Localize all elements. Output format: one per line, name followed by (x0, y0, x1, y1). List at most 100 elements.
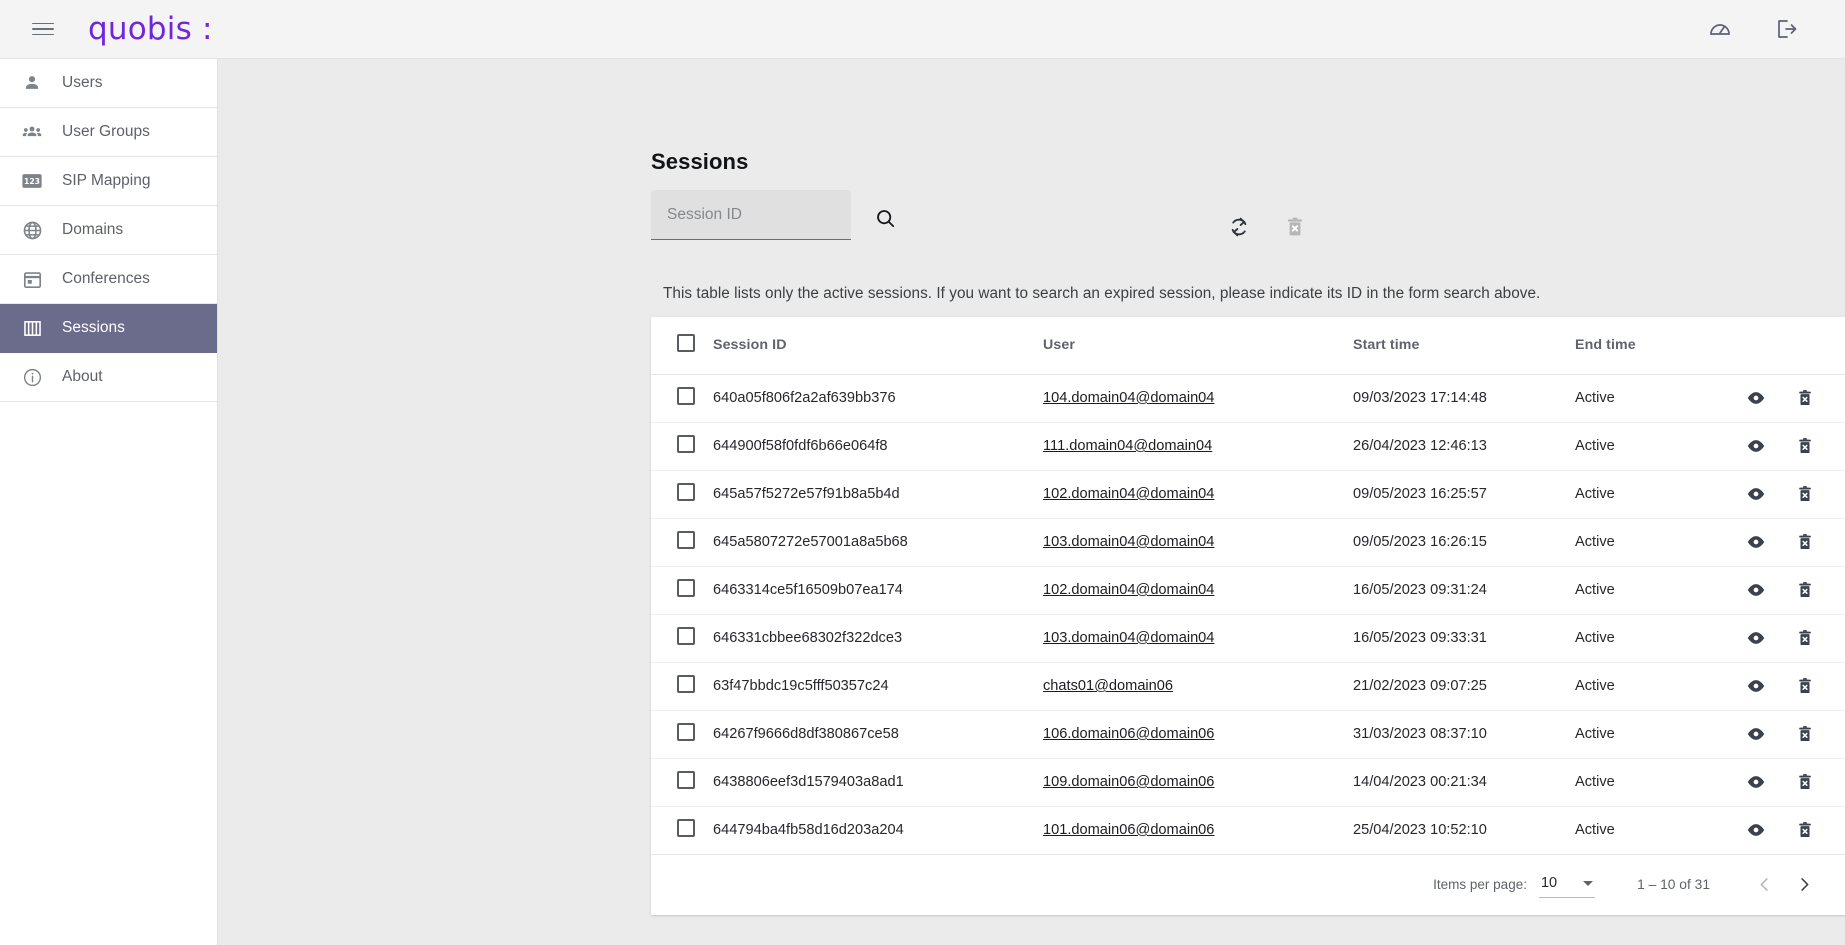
cell-end-time: Active (1575, 566, 1735, 615)
user-link[interactable]: 101.domain06@domain06 (1043, 822, 1214, 838)
cell-session-id: 645a5807272e57001a8a5b68 (713, 518, 1043, 567)
eye-icon[interactable] (1745, 435, 1767, 457)
trash-x-icon[interactable] (1794, 627, 1816, 649)
row-checkbox[interactable] (677, 723, 695, 741)
row-checkbox[interactable] (677, 675, 695, 693)
eye-icon[interactable] (1745, 723, 1767, 745)
pagination-range-label: 1 – 10 of 31 (1637, 877, 1710, 892)
trash-x-icon[interactable] (1794, 387, 1816, 409)
topbar-actions (1707, 16, 1821, 42)
sidebar-item-users[interactable]: Users (0, 59, 217, 108)
paginator: Items per page: 10 1 – 10 of 31 (651, 855, 1845, 915)
items-per-page-select[interactable]: 10 (1538, 871, 1596, 898)
calendar-icon (19, 268, 45, 290)
eye-icon[interactable] (1745, 771, 1767, 793)
cell-actions (1735, 374, 1845, 423)
previous-page-button[interactable] (1744, 865, 1784, 905)
user-link[interactable]: 103.domain04@domain04 (1043, 630, 1214, 646)
sidebar-item-sip-mapping[interactable]: 123 SIP Mapping (0, 157, 217, 206)
refresh-icon[interactable] (1226, 214, 1252, 240)
sidebar-item-label: Sessions (62, 319, 125, 336)
cell-session-id: 640a05f806f2a2af639bb376 (713, 374, 1043, 423)
main-content: Sessions Session ID This table lists onl… (218, 59, 1845, 945)
cell-user: 102.domain04@domain04 (1043, 470, 1353, 519)
hamburger-menu-icon[interactable] (32, 18, 58, 40)
table-row: 63f47bbdc19c5fff50357c24 chats01@domain06… (651, 662, 1845, 711)
trash-x-icon[interactable] (1282, 214, 1308, 240)
trash-x-icon[interactable] (1794, 723, 1816, 745)
app-body: Users User Groups 123 SIP Mapping Domain… (0, 59, 1845, 945)
cell-end-time: Active (1575, 806, 1735, 855)
search-icon[interactable] (872, 205, 898, 231)
user-link[interactable]: 102.domain04@domain04 (1043, 582, 1214, 598)
user-link[interactable]: 106.domain06@domain06 (1043, 726, 1214, 742)
trash-x-icon[interactable] (1794, 819, 1816, 841)
table-body: 640a05f806f2a2af639bb376 104.domain04@dom… (651, 374, 1845, 855)
trash-x-icon[interactable] (1794, 483, 1816, 505)
eye-icon[interactable] (1745, 483, 1767, 505)
trash-x-icon[interactable] (1794, 675, 1816, 697)
user-link[interactable]: 103.domain04@domain04 (1043, 534, 1214, 550)
sidebar-item-about[interactable]: About (0, 353, 217, 402)
trash-x-icon[interactable] (1794, 579, 1816, 601)
trash-x-icon[interactable] (1794, 435, 1816, 457)
dashboard-gauge-icon[interactable] (1707, 16, 1733, 42)
cell-end-time: Active (1575, 614, 1735, 663)
sidebar-item-conferences[interactable]: Conferences (0, 255, 217, 304)
row-checkbox[interactable] (677, 771, 695, 789)
info-circle-icon (19, 366, 45, 388)
user-link[interactable]: chats01@domain06 (1043, 678, 1173, 694)
cell-actions (1735, 710, 1845, 759)
user-link[interactable]: 104.domain04@domain04 (1043, 390, 1214, 406)
cell-end-time: Active (1575, 758, 1735, 807)
user-link[interactable]: 102.domain04@domain04 (1043, 486, 1214, 502)
eye-icon[interactable] (1745, 387, 1767, 409)
table-row: 645a57f5272e57f91b8a5b4d 102.domain04@dom… (651, 470, 1845, 519)
sidebar-item-sessions[interactable]: Sessions (0, 304, 217, 353)
cell-end-time: Active (1575, 374, 1735, 423)
trash-x-icon[interactable] (1794, 531, 1816, 553)
row-select-cell (651, 470, 713, 519)
row-actions (1735, 723, 1845, 745)
eye-icon[interactable] (1745, 579, 1767, 601)
row-checkbox[interactable] (677, 483, 695, 501)
search-field[interactable] (651, 190, 851, 240)
search-input[interactable] (667, 205, 835, 224)
row-select-cell (651, 662, 713, 711)
user-link[interactable]: 109.domain06@domain06 (1043, 774, 1214, 790)
row-checkbox[interactable] (677, 531, 695, 549)
trash-x-icon[interactable] (1794, 771, 1816, 793)
eye-icon[interactable] (1745, 819, 1767, 841)
cell-end-time: Active (1575, 710, 1735, 759)
sidebar-item-label: Users (62, 74, 103, 91)
row-checkbox[interactable] (677, 579, 695, 597)
eye-icon[interactable] (1745, 675, 1767, 697)
next-page-button[interactable] (1784, 865, 1824, 905)
table-row: 644900f58f0fdf6b66e064f8 111.domain04@dom… (651, 422, 1845, 471)
row-actions (1735, 771, 1845, 793)
logout-icon[interactable] (1773, 16, 1799, 42)
user-link[interactable]: 111.domain04@domain04 (1043, 438, 1212, 454)
cell-session-id: 63f47bbdc19c5fff50357c24 (713, 662, 1043, 711)
sidebar-item-user-groups[interactable]: User Groups (0, 108, 217, 157)
row-checkbox[interactable] (677, 435, 695, 453)
cell-actions (1735, 566, 1845, 615)
select-all-checkbox[interactable] (677, 334, 695, 353)
row-select-cell (651, 422, 713, 471)
cell-start-time: 14/04/2023 00:21:34 (1353, 758, 1575, 807)
cell-actions (1735, 662, 1845, 711)
svg-text:123: 123 (24, 177, 40, 186)
items-per-page-value: 10 (1540, 875, 1558, 891)
table-row: 646331cbbee68302f322dce3 103.domain04@dom… (651, 614, 1845, 663)
eye-icon[interactable] (1745, 627, 1767, 649)
table-head: Session ID User Start time End time (651, 317, 1845, 375)
cell-session-id: 64267f9666d8df380867ce58 (713, 710, 1043, 759)
row-checkbox[interactable] (677, 819, 695, 837)
table-row: 6463314ce5f16509b07ea174 102.domain04@dom… (651, 566, 1845, 615)
eye-icon[interactable] (1745, 531, 1767, 553)
row-checkbox[interactable] (677, 387, 695, 405)
sidebar-item-domains[interactable]: Domains (0, 206, 217, 255)
cell-user: 111.domain04@domain04 (1043, 422, 1353, 471)
row-checkbox[interactable] (677, 627, 695, 645)
row-actions (1735, 579, 1845, 601)
